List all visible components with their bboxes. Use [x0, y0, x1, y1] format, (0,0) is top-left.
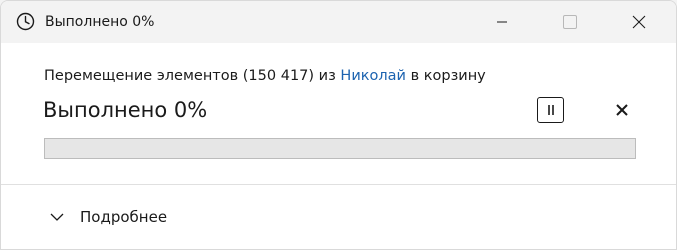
clock-icon	[16, 12, 35, 31]
maximize-button[interactable]	[547, 1, 593, 43]
close-icon	[632, 15, 646, 29]
minimize-icon	[496, 16, 508, 28]
minimize-button[interactable]	[479, 1, 525, 43]
operation-description: Перемещение элементов (150 417) из Никол…	[44, 66, 486, 86]
source-folder-link[interactable]: Николай	[340, 68, 406, 84]
progress-status: Выполнено 0%	[43, 98, 208, 122]
description-prefix: Перемещение элементов (150 417) из	[44, 68, 341, 84]
file-operation-dialog: Выполнено 0% Перемещение элементов (150 …	[0, 0, 677, 250]
description-suffix: в корзину	[405, 68, 486, 84]
window-title: Выполнено 0%	[45, 14, 155, 30]
pause-button[interactable]	[537, 97, 564, 123]
maximize-icon	[563, 15, 577, 29]
close-button[interactable]	[616, 1, 662, 43]
pause-icon	[546, 101, 556, 120]
title-bar[interactable]: Выполнено 0%	[1, 1, 676, 43]
cancel-x-icon	[616, 101, 628, 120]
more-details-label: Подробнее	[80, 208, 168, 226]
progress-bar	[44, 138, 636, 159]
cancel-button[interactable]	[609, 97, 635, 123]
chevron-down-icon	[41, 213, 71, 222]
divider	[1, 184, 676, 185]
more-details-toggle[interactable]: Подробнее	[41, 202, 167, 232]
